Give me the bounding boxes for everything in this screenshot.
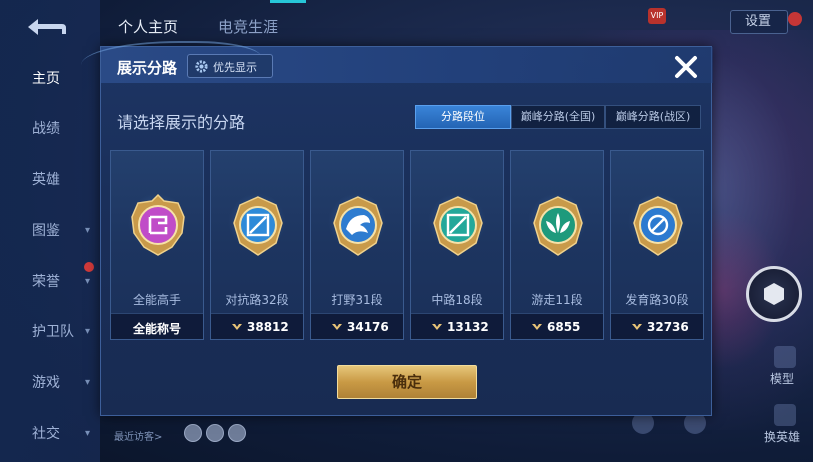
notification-badge bbox=[788, 12, 802, 26]
tab-profile[interactable]: 个人主页 bbox=[118, 16, 178, 37]
sidebar-item-honors[interactable]: 荣誉 ▾ bbox=[0, 267, 100, 297]
sidebar-item-records[interactable]: 战绩 bbox=[0, 114, 100, 144]
sidebar-item-label: 战绩 bbox=[32, 121, 60, 137]
swap-hero-icon[interactable] bbox=[774, 404, 796, 426]
sidebar-item-heroes[interactable]: 英雄 bbox=[0, 165, 100, 195]
route-points: 34176 bbox=[347, 320, 389, 334]
clash-lane-emblem-icon bbox=[233, 196, 283, 256]
farm-lane-emblem-icon bbox=[633, 196, 683, 256]
route-card-footer: 38812 bbox=[211, 313, 303, 339]
gear-icon bbox=[195, 60, 208, 73]
close-button[interactable] bbox=[671, 52, 701, 82]
route-title-text: 全能称号 bbox=[132, 322, 181, 336]
route-name: 游走11段 bbox=[531, 293, 583, 307]
model-label[interactable]: 模型 bbox=[770, 370, 794, 387]
route-name: 打野31段 bbox=[331, 293, 383, 307]
route-card-mid-lane[interactable]: 中路18段 13132 bbox=[410, 150, 504, 340]
vip-badge: VIP bbox=[648, 8, 666, 24]
route-name: 中路18段 bbox=[431, 293, 483, 307]
route-card-jungle[interactable]: 打野31段 34176 bbox=[310, 150, 404, 340]
screen: 主页 战绩 英雄 图鉴 ▾ 荣誉 ▾ 护卫队 ▾ 游戏 ▾ 社交 ▾ 个人主页 电竞生涯 … bbox=[0, 0, 813, 462]
route-card-all-round[interactable]: 全能高手 全能称号 bbox=[110, 150, 204, 340]
roam-emblem-icon bbox=[533, 196, 583, 256]
chevron-down-icon: ▾ bbox=[84, 377, 90, 388]
tab-peak-region[interactable]: 巅峰分路(战区) bbox=[605, 105, 701, 129]
sidebar-item-games[interactable]: 游戏 ▾ bbox=[0, 368, 100, 398]
route-display-dialog: 展示分路 优先显示 请选择展示的分路 分路段位 巅峰分路(全国) 巅峰分路(战区… bbox=[81, 41, 713, 416]
priority-display-label: 优先显示 bbox=[213, 61, 257, 74]
sidebar-item-label: 护卫队 bbox=[32, 324, 74, 340]
points-icon bbox=[332, 324, 342, 330]
close-icon bbox=[675, 56, 697, 78]
points-icon bbox=[432, 324, 442, 330]
sidebar-item-codex[interactable]: 图鉴 ▾ bbox=[0, 216, 100, 246]
route-name: 对抗路32段 bbox=[225, 293, 289, 307]
points-icon bbox=[632, 324, 642, 330]
back-arrow-icon bbox=[28, 19, 66, 35]
hexagon-icon bbox=[764, 283, 784, 305]
priority-display-button[interactable]: 优先显示 bbox=[187, 54, 273, 78]
swap-hero-label[interactable]: 换英雄 bbox=[764, 428, 800, 445]
sidebar-item-label: 主页 bbox=[32, 71, 60, 87]
tab-rank-route[interactable]: 分路段位 bbox=[415, 105, 511, 129]
sidebar-item-social[interactable]: 社交 ▾ bbox=[0, 419, 100, 449]
avatar[interactable] bbox=[206, 424, 224, 442]
avatar[interactable] bbox=[228, 424, 246, 442]
dialog-subtitle: 请选择展示的分路 bbox=[117, 113, 246, 132]
jungle-emblem-icon bbox=[333, 196, 383, 256]
route-card-footer: 32736 bbox=[611, 313, 703, 339]
sidebar-item-label: 图鉴 bbox=[32, 223, 60, 239]
hexagon-button[interactable] bbox=[746, 266, 802, 322]
mid-lane-emblem-icon bbox=[433, 196, 483, 256]
route-card-roam[interactable]: 游走11段 6855 bbox=[510, 150, 604, 340]
chevron-down-icon: ▾ bbox=[84, 326, 90, 337]
points-icon bbox=[232, 324, 242, 330]
route-card-farm-lane[interactable]: 发育路30段 32736 bbox=[610, 150, 704, 340]
route-name: 发育路30段 bbox=[625, 293, 689, 307]
route-card-clash-lane[interactable]: 对抗路32段 38812 bbox=[210, 150, 304, 340]
route-name: 全能高手 bbox=[132, 293, 181, 307]
recent-visitors-link[interactable]: 最近访客> bbox=[114, 428, 162, 443]
dialog-title: 展示分路 bbox=[117, 59, 178, 77]
settings-label: 设置 bbox=[745, 14, 772, 29]
route-points: 38812 bbox=[247, 320, 289, 334]
sidebar-item-label: 荣誉 bbox=[32, 274, 60, 290]
route-points: 6855 bbox=[547, 320, 581, 334]
new-badge-icon bbox=[84, 262, 94, 272]
settings-button[interactable]: 设置 bbox=[730, 10, 788, 34]
route-card-footer: 全能称号 bbox=[111, 313, 203, 339]
chevron-down-icon: ▾ bbox=[84, 428, 90, 439]
route-card-footer: 13132 bbox=[411, 313, 503, 339]
sidebar-item-label: 游戏 bbox=[32, 375, 60, 391]
points-icon bbox=[532, 324, 542, 330]
chevron-down-icon: ▾ bbox=[84, 225, 90, 236]
route-card-footer: 6855 bbox=[511, 313, 603, 339]
sidebar-item-guard[interactable]: 护卫队 ▾ bbox=[0, 317, 100, 347]
back-button[interactable] bbox=[22, 14, 70, 40]
all-round-emblem-icon bbox=[131, 193, 185, 256]
tab-peak-national[interactable]: 巅峰分路(全国) bbox=[511, 105, 605, 129]
top-accent-bar bbox=[270, 0, 306, 3]
avatar[interactable] bbox=[184, 424, 202, 442]
sidebar-item-label: 社交 bbox=[32, 426, 60, 442]
route-points: 32736 bbox=[647, 320, 689, 334]
route-points: 13132 bbox=[447, 320, 489, 334]
confirm-button[interactable]: 确定 bbox=[337, 365, 477, 399]
sidebar-item-label: 英雄 bbox=[32, 172, 60, 188]
tab-esports[interactable]: 电竞生涯 bbox=[218, 16, 278, 37]
route-card-footer: 34176 bbox=[311, 313, 403, 339]
model-icon[interactable] bbox=[774, 346, 796, 368]
